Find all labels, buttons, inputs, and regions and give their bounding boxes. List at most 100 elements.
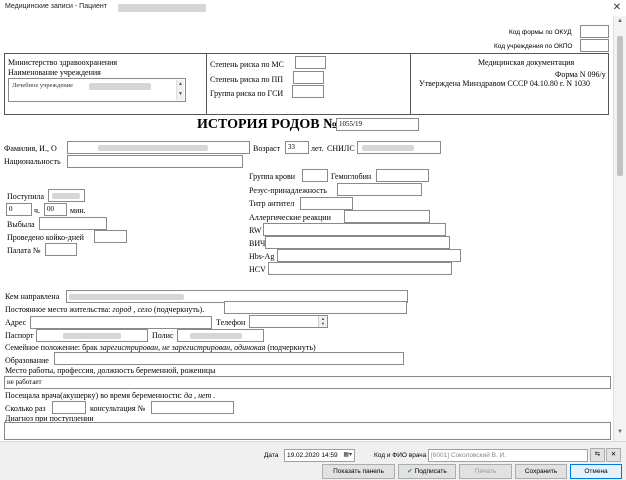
header-divider <box>410 53 411 115</box>
history-title: ИСТОРИЯ РОДОВ № <box>197 117 338 132</box>
consultation-input[interactable] <box>151 401 234 414</box>
allergy-input[interactable] <box>344 210 430 223</box>
marital-single: , одинокая <box>230 343 266 352</box>
phone-label: Телефон <box>216 318 246 327</box>
fio-label: Фамилия, И., О <box>4 144 57 153</box>
nationality-input[interactable] <box>67 155 243 168</box>
sign-button[interactable]: ✔ Подписать <box>398 464 456 479</box>
okud-input[interactable] <box>580 25 609 38</box>
marital-registered: зарегистрирован <box>99 343 159 352</box>
titer-input[interactable] <box>300 197 353 210</box>
date-input[interactable]: 19.02.2020 14:59 ▦▾ <box>284 449 355 462</box>
visited-label: Посещала врача(акушерку) во время береме… <box>5 391 183 400</box>
residence-input[interactable] <box>224 301 407 314</box>
age-input[interactable]: 33 <box>285 141 309 154</box>
address-label: Адрес <box>5 318 27 327</box>
education-input[interactable] <box>54 352 404 365</box>
residence-label-text: Постоянное место жительства: <box>5 305 111 314</box>
phone-spinner[interactable]: ▲ ▼ <box>318 316 327 327</box>
address-input[interactable] <box>30 316 212 329</box>
bed-days-input[interactable] <box>94 230 127 243</box>
risk-gsi-label: Группа риска по ГСИ <box>210 89 284 98</box>
window-title: Медицинские записи - Пациент <box>5 3 107 10</box>
times-input[interactable] <box>52 401 86 414</box>
hemoglobin-input[interactable] <box>376 169 429 182</box>
allergy-label: Аллергические реакции <box>249 213 331 222</box>
sign-label: Подписать <box>414 468 447 475</box>
policy-input[interactable] <box>177 329 264 342</box>
institution-value: Лечебное учреждение <box>12 82 74 89</box>
hiv-label: ВИЧ <box>249 239 266 248</box>
policy-label: Полис <box>152 331 174 340</box>
snils-input[interactable] <box>357 141 441 154</box>
rw-label: RW <box>249 226 262 235</box>
discharged-input[interactable] <box>39 217 107 230</box>
okpo-label: Код учреждения по ОКПО <box>494 43 573 50</box>
passport-input[interactable] <box>36 329 148 342</box>
hcv-input[interactable] <box>268 262 452 275</box>
hbs-input[interactable] <box>277 249 461 262</box>
hiv-input[interactable] <box>265 236 450 249</box>
blood-group-label: Группа крови <box>249 172 296 181</box>
footer-panel: Дата 19.02.2020 14:59 ▦▾ Код и ФИО врача… <box>0 441 626 480</box>
rhesus-input[interactable] <box>337 183 422 196</box>
risk-ms-input[interactable] <box>295 56 326 69</box>
print-button[interactable]: Печать <box>459 464 512 479</box>
okpo-input[interactable] <box>580 39 609 52</box>
scrollbar-thumb[interactable] <box>617 36 623 176</box>
calendar-dropdown-icon[interactable]: ▦▾ <box>343 450 352 461</box>
education-label: Образование <box>5 356 49 365</box>
cancel-button[interactable]: Отмена <box>570 464 622 479</box>
bed-days-label: Проведено койко-дней <box>7 233 84 242</box>
residence-label: Постоянное место жительства: город , сел… <box>5 305 204 314</box>
risk-gsi-input[interactable] <box>292 85 324 98</box>
doc-form-label: Форма N 096/у <box>555 70 606 79</box>
doc-approved-label: Утверждена Минздравом СССР 04.10.80 г. N… <box>419 79 590 88</box>
date-value: 19.02.2020 14:59 <box>287 452 338 459</box>
history-number-input[interactable]: 1055/19 <box>336 118 419 131</box>
fio-input[interactable] <box>67 141 250 154</box>
ministry-label: Министерство здравоохранения <box>8 58 118 67</box>
policy-redacted <box>190 333 242 339</box>
risk-pp-input[interactable] <box>293 71 324 84</box>
marital-not-registered: , не зарегистрирован <box>158 343 231 352</box>
referred-redacted <box>69 294 184 300</box>
institution-field[interactable]: Лечебное учреждение ▲ ▼ <box>8 78 186 102</box>
check-icon: ✔ <box>407 468 413 475</box>
admitted-input[interactable] <box>48 189 85 202</box>
doctor-label: Код и ФИО врача <box>374 452 427 459</box>
institution-redacted <box>89 83 151 90</box>
doctor-select-icon[interactable]: ⇆ <box>590 448 605 462</box>
title-bar: Медицинские записи - Пациент ✕ <box>0 0 626 17</box>
residence-options: город , село <box>112 305 152 314</box>
document-scrollbar[interactable]: ▲ ▼ <box>613 16 626 441</box>
show-panel-button[interactable]: Показать панель <box>322 464 395 479</box>
titer-label: Титр антител <box>249 199 295 208</box>
work-input[interactable]: не работает <box>4 376 611 389</box>
doctor-clear-icon[interactable]: ✕ <box>606 448 621 462</box>
residence-note: (подчеркнуть). <box>153 305 205 314</box>
close-icon[interactable]: ✕ <box>610 1 624 14</box>
scroll-up-icon[interactable]: ▲ <box>617 18 623 24</box>
blood-group-input[interactable] <box>302 169 328 182</box>
discharged-label: Выбыла <box>7 220 35 229</box>
hours-input[interactable]: 0 <box>6 203 32 216</box>
date-label: Дата <box>264 452 279 459</box>
doctor-input[interactable]: [6001] Соколовский В. И. <box>428 449 588 462</box>
document-form: Код формы по ОКУД Код учреждения по ОКПО… <box>0 16 613 441</box>
scroll-down-icon[interactable]: ▼ <box>617 429 623 435</box>
save-button[interactable]: Сохранить <box>515 464 567 479</box>
passport-redacted <box>63 333 121 339</box>
doc-title-label: Медицинская документация <box>478 58 575 67</box>
minutes-input[interactable]: 00 <box>44 203 67 216</box>
rw-input[interactable] <box>263 223 446 236</box>
marital-line: Семейное положение: брак зарегистрирован… <box>5 343 316 352</box>
phone-input[interactable]: ▲ ▼ <box>249 315 328 328</box>
okud-label: Код формы по ОКУД <box>509 29 572 36</box>
age-unit: лет. <box>311 144 324 153</box>
diagnosis-input[interactable] <box>4 422 611 440</box>
rhesus-label: Резус-принадлежность <box>249 186 327 195</box>
hcv-label: HCV <box>249 265 266 274</box>
institution-scrollbar[interactable]: ▲ ▼ <box>176 80 184 100</box>
ward-input[interactable] <box>45 243 77 256</box>
